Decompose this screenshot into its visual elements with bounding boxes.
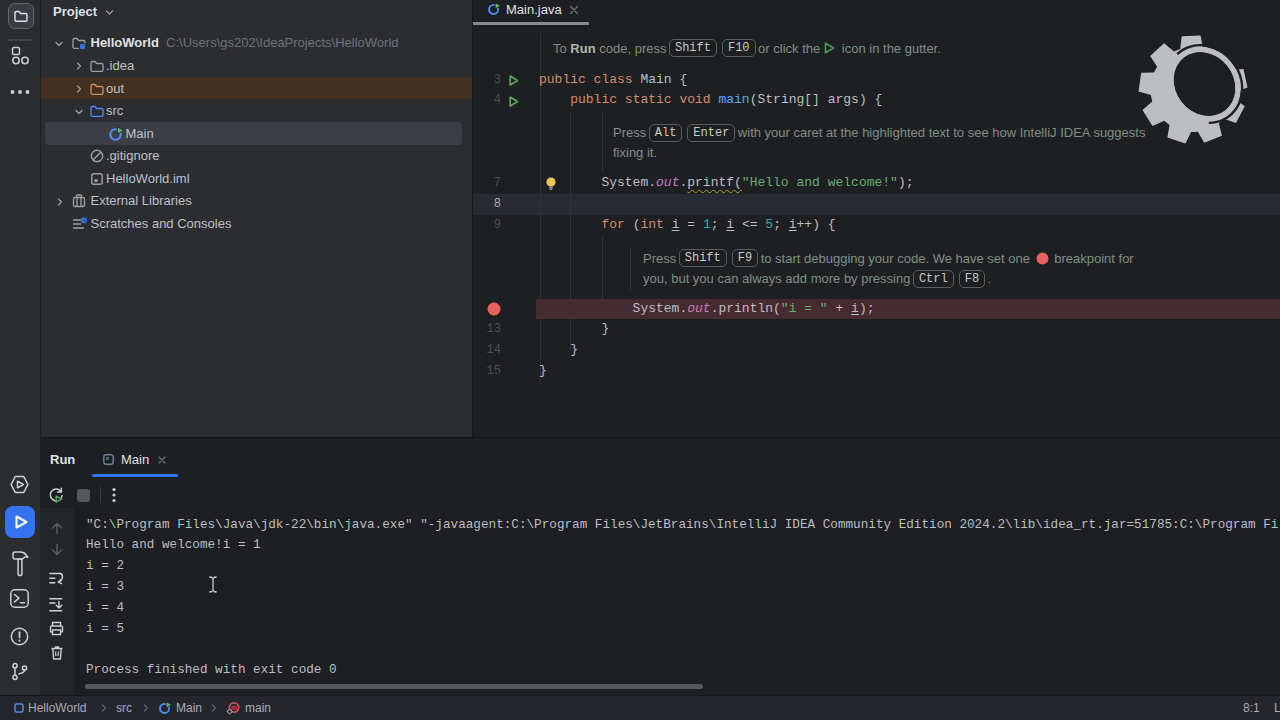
svg-text:m: m	[231, 704, 237, 711]
